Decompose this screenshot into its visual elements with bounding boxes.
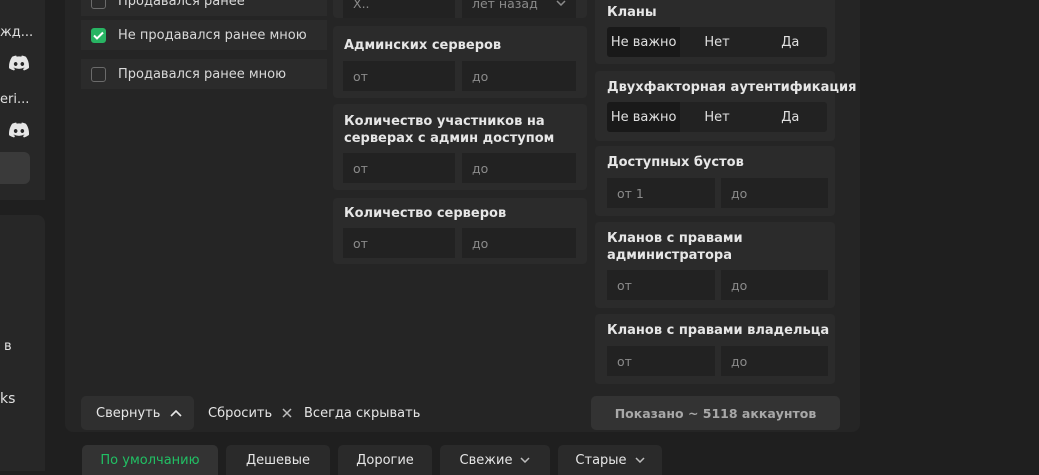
chevron-down-icon xyxy=(520,457,530,463)
always-hide-button[interactable]: Всегда скрывать xyxy=(304,396,420,430)
members-to-input[interactable]: до xyxy=(462,153,576,183)
option-yes[interactable]: Да xyxy=(754,102,827,132)
filter-title: Количество участников на серверах с адми… xyxy=(344,114,555,146)
admin-servers-from-input[interactable]: от xyxy=(343,61,455,91)
sidebar-button[interactable] xyxy=(0,152,30,184)
checkbox-sold-by-me[interactable]: Продавался ранее мною xyxy=(81,59,327,89)
filter-title: Кланов с правами владельца xyxy=(607,323,830,338)
reset-button[interactable]: Сбросить xyxy=(208,396,292,430)
clan-owner-to-input[interactable]: до xyxy=(721,346,828,376)
checkmark-icon xyxy=(93,31,104,40)
option-no[interactable]: Нет xyxy=(680,102,753,132)
servers-to-input[interactable]: до xyxy=(462,228,576,258)
clan-admin-to-input[interactable]: до xyxy=(721,270,828,300)
chevron-down-icon xyxy=(635,457,645,463)
option-yes[interactable]: Да xyxy=(754,27,827,57)
option-any[interactable]: Не важно xyxy=(607,102,681,132)
checkbox-label: Продавался ранее мною xyxy=(118,66,287,82)
option-any[interactable]: Не важно xyxy=(607,27,681,57)
years-input[interactable]: Х.. xyxy=(343,0,455,18)
checkbox-not-sold-by-me[interactable]: Не продавался ранее мною xyxy=(81,20,327,50)
shown-count-button[interactable]: Показано ~ 5118 аккаунтов xyxy=(591,396,840,430)
chevron-up-icon xyxy=(170,409,182,417)
close-icon xyxy=(282,408,292,418)
checkbox-label: Не продавался ранее мною xyxy=(118,27,307,43)
servers-from-input[interactable]: от xyxy=(343,228,455,258)
boosts-from-input[interactable]: от 1 xyxy=(607,178,715,208)
filter-title: Доступных бустов xyxy=(607,155,744,170)
checkbox-label: Продавался ранее xyxy=(118,0,245,9)
discord-icon[interactable] xyxy=(9,55,29,71)
select-value: лет назад xyxy=(472,0,538,11)
collapse-label: Свернуть xyxy=(96,405,161,421)
admin-servers-to-input[interactable]: до xyxy=(462,61,576,91)
filter-title: Админских серверов xyxy=(344,38,502,53)
years-ago-select[interactable]: лет назад xyxy=(462,0,576,18)
boosts-to-input[interactable]: до xyxy=(721,178,828,208)
checkbox-box[interactable] xyxy=(91,0,106,9)
sort-label: Свежие xyxy=(459,452,513,468)
sort-label: Старые xyxy=(575,452,627,468)
filter-title: Кланов с правами администратора xyxy=(607,231,743,263)
checkbox-sold-before[interactable]: Продавался ранее xyxy=(81,0,327,16)
two-factor-toggle[interactable]: Не важно Нет Да xyxy=(607,102,827,132)
filter-title: Двухфакторная аутентификация xyxy=(607,80,857,95)
discord-icon[interactable] xyxy=(9,122,29,138)
filter-title: Количество серверов xyxy=(344,206,507,221)
filter-title: Кланы xyxy=(607,5,657,20)
sidebar-item-label[interactable]: жд... xyxy=(0,25,33,40)
clan-owner-from-input[interactable]: от xyxy=(607,346,715,376)
members-from-input[interactable]: от xyxy=(343,153,455,183)
clan-admin-from-input[interactable]: от xyxy=(607,270,715,300)
reset-label: Сбросить xyxy=(208,405,273,421)
checkbox-box[interactable] xyxy=(91,66,106,82)
collapse-button[interactable]: Свернуть xyxy=(81,396,194,430)
sidebar-item-label: ks xyxy=(0,391,16,407)
option-no[interactable]: Нет xyxy=(680,27,753,57)
clans-toggle[interactable]: Не важно Нет Да xyxy=(607,27,827,57)
chevron-down-icon xyxy=(556,0,566,6)
checkbox-box[interactable] xyxy=(91,27,106,43)
sidebar-item-label[interactable]: eri... xyxy=(0,92,29,107)
sidebar-item-label: в xyxy=(4,339,12,354)
